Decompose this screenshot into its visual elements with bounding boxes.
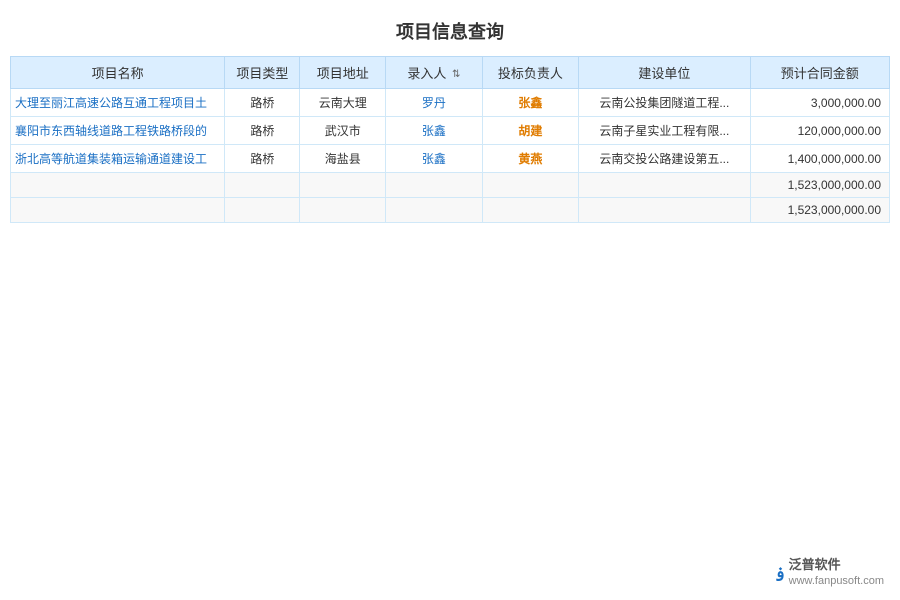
cell-bidder[interactable]: 胡建 <box>482 117 578 145</box>
col-header-bidder: 投标负责人 <box>482 57 578 89</box>
subtotal-label-name <box>11 173 225 198</box>
col-header-amount: 预计合同金额 <box>750 57 889 89</box>
cell-type: 路桥 <box>225 145 300 173</box>
col-header-type: 项目类型 <box>225 57 300 89</box>
cell-amount: 3,000,000.00 <box>750 89 889 117</box>
cell-unit: 云南子星实业工程有限... <box>579 117 751 145</box>
cell-address: 海盐县 <box>300 145 386 173</box>
cell-amount: 1,400,000,000.00 <box>750 145 889 173</box>
col-header-unit: 建设单位 <box>579 57 751 89</box>
table-container: 项目名称 项目类型 项目地址 录入人 ⇅ 投标负责人 建设单位 预计合同金额 大… <box>0 56 900 223</box>
watermark-brand: 泛普软件 <box>789 557 884 574</box>
watermark-logo: ۏ <box>775 562 784 582</box>
project-table: 项目名称 项目类型 项目地址 录入人 ⇅ 投标负责人 建设单位 预计合同金额 大… <box>10 56 890 223</box>
cell-name[interactable]: 浙北高等航道集装箱运输通道建设工 <box>11 145 225 173</box>
cell-type: 路桥 <box>225 117 300 145</box>
subtotal-amount: 1,523,000,000.00 <box>750 173 889 198</box>
cell-bidder[interactable]: 黄燕 <box>482 145 578 173</box>
cell-recorder[interactable]: 张鑫 <box>386 145 482 173</box>
cell-name[interactable]: 大理至丽江高速公路互通工程项目土 <box>11 89 225 117</box>
col-label-recorder: 录入人 <box>407 66 446 81</box>
total-label-name <box>11 198 225 223</box>
cell-bidder[interactable]: 张鑫 <box>482 89 578 117</box>
total-row: 1,523,000,000.00 <box>11 198 890 223</box>
cell-unit: 云南公投集团隧道工程... <box>579 89 751 117</box>
table-header-row: 项目名称 项目类型 项目地址 录入人 ⇅ 投标负责人 建设单位 预计合同金额 <box>11 57 890 89</box>
total-label-addr <box>300 198 386 223</box>
cell-name[interactable]: 襄阳市东西轴线道路工程铁路桥段的 <box>11 117 225 145</box>
subtotal-label-type <box>225 173 300 198</box>
table-row: 襄阳市东西轴线道路工程铁路桥段的 路桥 武汉市 张鑫 胡建 云南子星实业工程有限… <box>11 117 890 145</box>
cell-address: 武汉市 <box>300 117 386 145</box>
col-header-name: 项目名称 <box>11 57 225 89</box>
total-amount: 1,523,000,000.00 <box>750 198 889 223</box>
cell-amount: 120,000,000.00 <box>750 117 889 145</box>
subtotal-label-bidder <box>482 173 578 198</box>
table-row: 大理至丽江高速公路互通工程项目土 路桥 云南大理 罗丹 张鑫 云南公投集团隧道工… <box>11 89 890 117</box>
cell-type: 路桥 <box>225 89 300 117</box>
col-header-address: 项目地址 <box>300 57 386 89</box>
total-label-recorder <box>386 198 482 223</box>
total-label-bidder <box>482 198 578 223</box>
cell-unit: 云南交投公路建设第五... <box>579 145 751 173</box>
subtotal-label-recorder <box>386 173 482 198</box>
cell-recorder[interactable]: 张鑫 <box>386 117 482 145</box>
cell-recorder[interactable]: 罗丹 <box>386 89 482 117</box>
subtotal-label-addr <box>300 173 386 198</box>
watermark-text: 泛普软件 www.fanpusoft.com <box>789 557 884 588</box>
subtotal-label-unit <box>579 173 751 198</box>
watermark: ۏ 泛普软件 www.fanpusoft.com <box>775 557 884 588</box>
total-label-type <box>225 198 300 223</box>
cell-address: 云南大理 <box>300 89 386 117</box>
sort-icon[interactable]: ⇅ <box>452 69 460 80</box>
page-title: 项目信息查询 <box>0 0 900 56</box>
total-label-unit <box>579 198 751 223</box>
subtotal-row: 1,523,000,000.00 <box>11 173 890 198</box>
col-header-recorder[interactable]: 录入人 ⇅ <box>386 57 482 89</box>
table-row: 浙北高等航道集装箱运输通道建设工 路桥 海盐县 张鑫 黄燕 云南交投公路建设第五… <box>11 145 890 173</box>
watermark-url: www.fanpusoft.com <box>789 574 884 588</box>
